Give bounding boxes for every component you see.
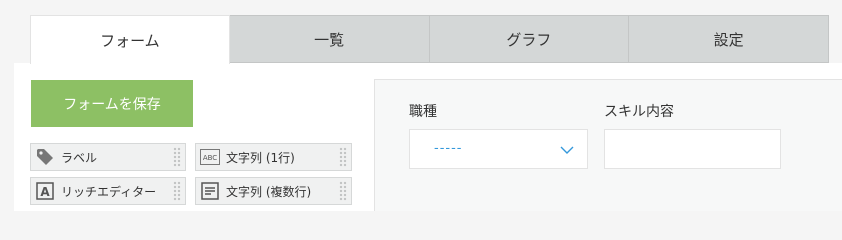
tab-list[interactable]: 一覧 bbox=[229, 15, 430, 63]
multiline-text-icon bbox=[200, 181, 220, 201]
svg-text:ABC: ABC bbox=[203, 154, 217, 162]
tab-label: グラフ bbox=[506, 30, 552, 49]
tab-label: 設定 bbox=[713, 30, 744, 49]
palette-item-single-line-text[interactable]: ABC 文字列 (1行) bbox=[195, 143, 352, 171]
tab-label: フォーム bbox=[100, 31, 160, 50]
save-form-button[interactable]: フォームを保存 bbox=[31, 80, 193, 127]
tab-form[interactable]: フォーム bbox=[30, 15, 230, 64]
tab-settings[interactable]: 設定 bbox=[629, 15, 829, 63]
chevron-down-icon bbox=[559, 142, 575, 158]
tag-icon bbox=[35, 147, 55, 167]
job-type-dropdown[interactable]: ----- bbox=[409, 129, 588, 169]
skill-content-label: スキル内容 bbox=[604, 104, 674, 120]
drag-handle-icon[interactable] bbox=[339, 147, 347, 167]
abc-text-icon: ABC bbox=[200, 147, 220, 167]
palette-item-text: リッチエディター bbox=[61, 184, 157, 199]
palette-item-text: 文字列 (複数行) bbox=[226, 184, 312, 199]
form-tabs: フォーム 一覧 グラフ 設定 bbox=[30, 15, 829, 64]
drag-handle-icon[interactable] bbox=[339, 181, 347, 201]
palette-item-text: 文字列 (1行) bbox=[226, 150, 295, 165]
skill-content-input[interactable] bbox=[604, 129, 781, 169]
drag-handle-icon[interactable] bbox=[173, 181, 181, 201]
rich-editor-icon: A bbox=[35, 181, 55, 201]
palette-item-rich-editor[interactable]: A リッチエディター bbox=[30, 177, 186, 205]
palette-item-multi-line-text[interactable]: 文字列 (複数行) bbox=[195, 177, 352, 205]
job-type-label: 職種 bbox=[409, 104, 437, 120]
tab-graph[interactable]: グラフ bbox=[429, 15, 630, 63]
dropdown-value: ----- bbox=[434, 141, 463, 156]
tab-label: 一覧 bbox=[314, 30, 345, 49]
svg-text:A: A bbox=[40, 185, 50, 199]
palette-item-label[interactable]: ラベル bbox=[30, 143, 186, 171]
palette-item-text: ラベル bbox=[61, 150, 98, 165]
drag-handle-icon[interactable] bbox=[173, 147, 181, 167]
